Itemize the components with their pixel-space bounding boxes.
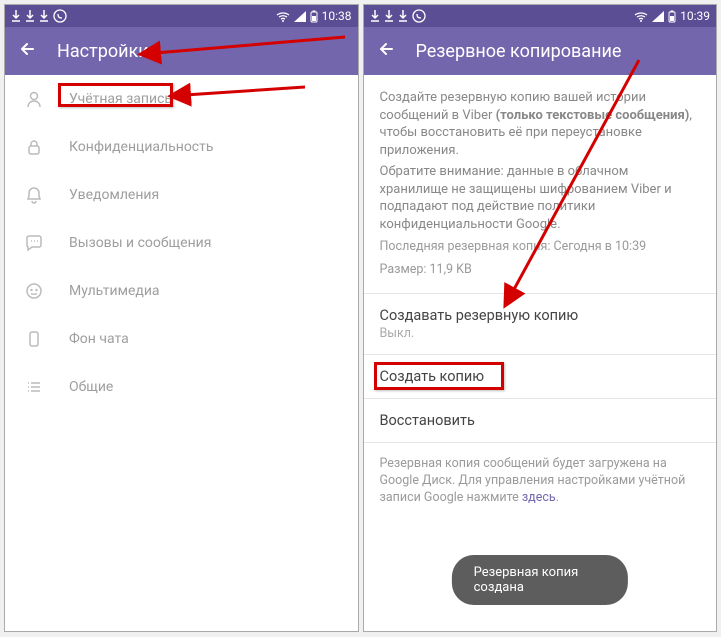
phone-right: 10:39 Резервное копирование Создайте рез… xyxy=(363,4,718,632)
label: Учётная запись xyxy=(69,91,172,107)
download-icon xyxy=(25,10,35,22)
list-icon xyxy=(23,377,45,397)
titlebar: Резервное копирование xyxy=(364,27,717,75)
section-value: Выкл. xyxy=(380,326,701,341)
section-auto-backup[interactable]: Создавать резервную копию Выкл. xyxy=(364,293,717,354)
description: Создайте резервную копию вашей истории с… xyxy=(364,75,717,293)
section-title: Создать копию xyxy=(380,368,701,385)
title: Резервное копирование xyxy=(416,41,622,62)
wifi-icon xyxy=(276,11,290,22)
section-restore[interactable]: Восстановить xyxy=(364,398,717,442)
desc-text: Обратите внимание: данные в облачном хра… xyxy=(380,163,701,233)
clock: 10:38 xyxy=(322,9,352,23)
download-icon xyxy=(39,10,49,22)
face-icon xyxy=(23,281,45,301)
footer-text: . xyxy=(556,490,559,505)
clock: 10:39 xyxy=(680,9,710,23)
label: Вызовы и сообщения xyxy=(69,235,211,251)
chat-icon xyxy=(23,233,45,253)
footer-link[interactable]: здесь xyxy=(522,490,556,505)
menu-media[interactable]: Мультимедиа xyxy=(5,267,358,315)
label: Уведомления xyxy=(69,187,159,203)
section-title: Восстановить xyxy=(380,412,701,429)
signal-icon xyxy=(652,11,664,22)
status-bar: 10:38 xyxy=(5,5,358,27)
footer-note: Резервная копия сообщений будет загружен… xyxy=(364,442,717,520)
download-icon xyxy=(370,10,380,22)
label: Общие xyxy=(69,379,113,395)
toast-backup-created: Резервная копия создана xyxy=(452,555,628,605)
desc-bold: (только текстовые сообщения) xyxy=(496,108,690,123)
battery-icon xyxy=(668,10,676,23)
menu-calls[interactable]: Вызовы и сообщения xyxy=(5,219,358,267)
menu-background[interactable]: Фон чата xyxy=(5,315,358,363)
label: Фон чата xyxy=(69,331,129,347)
backup-size: Размер: 11,9 KB xyxy=(380,262,701,279)
menu-privacy[interactable]: Конфиденциальность xyxy=(5,123,358,171)
menu-general[interactable]: Общие xyxy=(5,363,358,411)
download-icon xyxy=(398,10,408,22)
status-bar: 10:39 xyxy=(364,5,717,27)
label: Мультимедиа xyxy=(69,283,160,299)
titlebar: Настройки xyxy=(5,27,358,75)
back-icon[interactable] xyxy=(378,40,396,63)
settings-list: Учётная запись Конфиденциальность Уведом… xyxy=(5,75,358,631)
battery-icon xyxy=(310,10,318,23)
label: Конфиденциальность xyxy=(69,139,213,155)
phone-left: 10:38 Настройки Учётная запись Конфиденц… xyxy=(4,4,359,632)
viber-icon xyxy=(412,9,426,23)
title: Настройки xyxy=(57,41,149,62)
wifi-icon xyxy=(634,11,648,22)
viber-icon xyxy=(53,9,67,23)
section-create-backup[interactable]: Создать копию xyxy=(364,354,717,398)
bell-icon xyxy=(23,185,45,205)
last-backup: Последняя резервная копия: Сегодня в 10:… xyxy=(380,239,701,256)
backup-content: Создайте резервную копию вашей истории с… xyxy=(364,75,717,631)
download-icon xyxy=(384,10,394,22)
menu-notifications[interactable]: Уведомления xyxy=(5,171,358,219)
phone-shape-icon xyxy=(23,329,45,349)
person-icon xyxy=(23,89,45,109)
download-icon xyxy=(11,10,21,22)
signal-icon xyxy=(294,11,306,22)
menu-account[interactable]: Учётная запись xyxy=(5,75,358,123)
back-icon[interactable] xyxy=(19,40,37,63)
section-title: Создавать резервную копию xyxy=(380,307,701,324)
lock-icon xyxy=(23,137,45,157)
